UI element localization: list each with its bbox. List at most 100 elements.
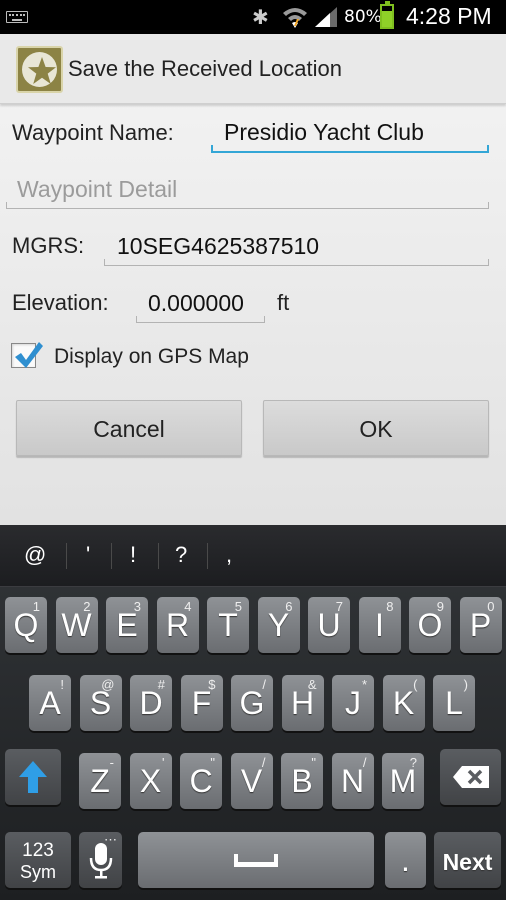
keyboard-icon (6, 11, 28, 23)
key-j-label: J (345, 685, 361, 721)
key-o-label: O (417, 607, 443, 643)
backspace-icon (453, 766, 489, 788)
dialog-title: Save the Received Location (68, 56, 342, 81)
key-b-label: B (291, 763, 313, 799)
key-q-label: Q (13, 607, 39, 643)
dialog-titlebar: Save the Received Location (0, 34, 506, 104)
microphone-icon (89, 843, 113, 879)
key-a[interactable]: ! A (29, 675, 71, 731)
microphone-key[interactable]: ⋯ (79, 832, 122, 888)
key-y[interactable]: 6Y (257, 597, 300, 653)
battery-percent: 80% (344, 7, 382, 27)
key-f[interactable]: $ F (180, 675, 223, 731)
key-h-label: H (290, 685, 315, 721)
key-u[interactable]: 7U (308, 597, 350, 653)
soft-keyboard: @ ' ! ? , 1Q2W3E4R5T6Y7U8I9O0P ! A @ S # D $ F /… (0, 525, 506, 900)
key-r[interactable]: 4R (156, 597, 199, 653)
key-h[interactable]: & H (281, 675, 324, 731)
display-on-map-checkbox[interactable] (11, 342, 43, 368)
elevation-value: 0.000000 (148, 290, 244, 316)
key-m[interactable]: ? M (382, 753, 424, 809)
shift-arrow-icon (19, 761, 47, 793)
key-g-label: G (239, 685, 265, 721)
key-v-label: V (240, 763, 263, 799)
key-n-label: N (340, 763, 365, 799)
symbols-key-top: 123 (22, 840, 54, 861)
key-i[interactable]: 8I (358, 597, 401, 653)
elevation-input[interactable]: 0.000000 (136, 290, 265, 323)
suggestion-at[interactable]: @ (24, 542, 46, 568)
key-i-label: I (375, 607, 384, 643)
key-x[interactable]: ' X (129, 753, 172, 809)
bluetooth-icon: ✱ (252, 5, 269, 29)
period-key-label: . (401, 842, 410, 878)
battery-icon (380, 1, 394, 29)
symbols-key[interactable]: 123 Sym (5, 832, 71, 888)
key-s-label: S (89, 685, 112, 721)
suggestion-question[interactable]: ? (175, 542, 187, 568)
waypoint-name-value: Presidio Yacht Club (224, 119, 424, 145)
suggestion-apostrophe[interactable]: ' (86, 542, 90, 568)
key-e[interactable]: 3E (106, 597, 148, 653)
mgrs-value: 10SEG4625387510 (117, 233, 320, 259)
key-r-label: R (165, 607, 190, 643)
key-k[interactable]: (K (382, 675, 425, 731)
elevation-label: Elevation: (12, 290, 109, 315)
key-o[interactable]: 9O (409, 597, 451, 653)
ok-button[interactable]: OK (263, 400, 489, 456)
backspace-key[interactable] (440, 749, 501, 805)
waypoint-name-input[interactable]: Presidio Yacht Club (211, 119, 489, 153)
key-g[interactable]: / G (231, 675, 273, 731)
suggestion-exclamation[interactable]: ! (130, 542, 136, 568)
waypoint-detail-placeholder: Waypoint Detail (17, 176, 178, 202)
elevation-unit: ft (277, 290, 290, 315)
key-x-label: X (139, 763, 162, 799)
key-f-label: F (191, 685, 212, 721)
key-b[interactable]: " B (281, 753, 323, 809)
next-key-label: Next (442, 849, 493, 875)
key-p[interactable]: 0P (459, 597, 502, 653)
key-d[interactable]: # D (130, 675, 172, 731)
space-key[interactable] (138, 832, 374, 888)
key-l[interactable]: ) L (433, 675, 475, 731)
key-j[interactable]: * J (332, 675, 374, 731)
waypoint-name-label: Waypoint Name: (12, 120, 174, 145)
key-t-label: T (218, 607, 238, 643)
symbols-key-bottom: Sym (20, 862, 56, 882)
clock: 4:28 PM (406, 3, 492, 29)
key-e-label: E (116, 607, 138, 643)
key-q[interactable]: 1Q (5, 597, 47, 653)
key-d-label: D (139, 685, 163, 721)
suggestion-comma[interactable]: , (226, 542, 232, 568)
key-l-label: L (445, 685, 463, 721)
save-location-dialog: Save the Received Location Waypoint Name… (0, 34, 506, 525)
key-z[interactable]: -Z (79, 753, 121, 809)
key-t[interactable]: 5T (207, 597, 249, 653)
period-key[interactable]: . (385, 832, 426, 888)
waypoint-detail-input[interactable]: Waypoint Detail (6, 176, 489, 209)
wifi-icon (283, 8, 307, 28)
spacebar-icon (234, 854, 278, 867)
star-icon (16, 46, 63, 93)
key-c-label: C (189, 763, 213, 799)
mgrs-label: MGRS: (12, 233, 85, 258)
mgrs-input[interactable]: 10SEG4625387510 (104, 233, 489, 266)
display-on-map-label: Display on GPS Map (54, 345, 249, 368)
signal-icon (315, 7, 337, 27)
key-v[interactable]: / V (230, 753, 273, 809)
suggestion-strip: @ ' ! ? , (0, 525, 506, 587)
cancel-button[interactable]: Cancel (16, 400, 242, 456)
checkmark-icon (15, 342, 43, 368)
key-p-label: P (469, 607, 492, 643)
key-s[interactable]: @ S (79, 675, 122, 731)
key-m-label: M (389, 763, 417, 799)
key-k-label: K (392, 685, 415, 721)
keyboard-keys: 1Q2W3E4R5T6Y7U8I9O0P ! A @ S # D $ F / G & H * J(K) L … (0, 587, 506, 900)
status-bar: ✱ 80% 4:28 PM (0, 0, 506, 34)
key-a-label: A (39, 685, 61, 721)
shift-key[interactable] (5, 749, 61, 805)
key-n[interactable]: / N (331, 753, 374, 809)
next-key[interactable]: Next (434, 832, 501, 888)
key-w[interactable]: 2W (55, 597, 98, 653)
key-c[interactable]: " C (180, 753, 222, 809)
